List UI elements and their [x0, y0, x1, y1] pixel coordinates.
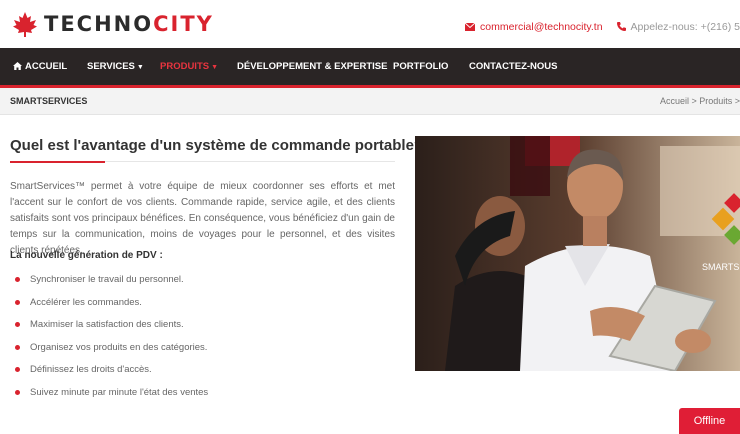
intro-paragraph: SmartServices™ permet à votre équipe de … [10, 181, 395, 256]
page-title: SMARTSERVICES [10, 96, 88, 106]
nav-services[interactable]: SERVICES ▼ [87, 48, 144, 85]
list-item: Maximiser la satisfaction des clients. [15, 319, 208, 342]
photo-caption: SMARTS [702, 262, 739, 272]
caret-down-icon: ▼ [136, 64, 144, 71]
chat-offline-button[interactable]: Offline [679, 408, 740, 434]
page-subheader: SMARTSERVICES Accueil > Produits > [0, 88, 740, 115]
email-link[interactable]: commercial@technocity.tn [465, 21, 603, 33]
nav-contact[interactable]: CONTACTEZ-NOUS [469, 48, 557, 85]
list-item: Accélérer les commandes. [15, 297, 208, 320]
bullet-icon [15, 344, 20, 350]
feature-list: Synchroniser le travail du personnel. Ac… [15, 274, 208, 410]
top-header: TECHNOCITY commercial@technocity.tn Appe… [0, 0, 740, 48]
list-item: Synchroniser le travail du personnel. [15, 274, 208, 297]
bullet-icon [15, 367, 20, 373]
section-heading: Quel est l'avantage d'un système de comm… [10, 137, 424, 154]
heading-divider [10, 161, 395, 163]
list-item: Organisez vos produits en des catégories… [15, 342, 208, 365]
logo[interactable]: TECHNOCITY [12, 11, 214, 37]
main-nav: ACCUEIL SERVICES ▼ PRODUITS ▼ DÉVELOPPEMEN… [0, 48, 740, 88]
product-photo: SMARTS [415, 136, 740, 371]
bullet-icon [15, 322, 20, 328]
phone-info: Appelez-nous: +(216) 5 [616, 21, 740, 33]
breadcrumb[interactable]: Accueil > Produits > [660, 96, 740, 106]
nav-portfolio[interactable]: PORTFOLIO [393, 48, 448, 85]
contact-info: commercial@technocity.tn Appelez-nous: +… [465, 21, 740, 33]
bullet-icon [15, 389, 20, 395]
heading-accent [10, 161, 105, 163]
caret-down-icon: ▼ [211, 64, 219, 71]
waiter-tablet-illustration: SMARTS [415, 136, 740, 371]
nav-accueil[interactable]: ACCUEIL [13, 48, 67, 85]
maple-leaf-icon [13, 12, 37, 37]
list-item: Suivez minute par minute l'état des vent… [15, 387, 208, 410]
nav-developpement[interactable]: DÉVELOPPEMENT & EXPERTISE [237, 48, 387, 85]
logo-text: TECHNOCITY [44, 12, 214, 36]
bullet-icon [15, 277, 20, 282]
envelope-icon [465, 23, 476, 31]
bullet-icon [15, 299, 20, 305]
list-item: Définissez les droits d'accès. [15, 364, 208, 387]
phone-icon [616, 22, 626, 31]
nav-produits[interactable]: PRODUITS ▼ [160, 48, 218, 85]
home-icon [13, 62, 22, 70]
features-subheading: La nouvelle génération de PDV : [10, 250, 163, 261]
